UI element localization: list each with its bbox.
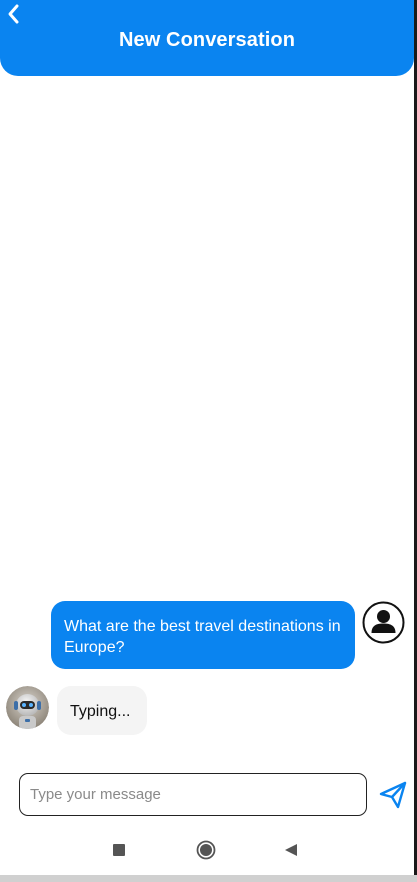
robot-avatar-icon: [6, 686, 49, 729]
send-button[interactable]: [378, 780, 408, 810]
bot-typing-bubble: Typing...: [57, 686, 147, 735]
system-back-button[interactable]: [284, 843, 298, 857]
message-input[interactable]: [30, 774, 360, 815]
chevron-left-icon: [8, 4, 19, 24]
send-icon: [379, 781, 407, 809]
circle-icon: [196, 840, 216, 860]
home-button[interactable]: [196, 840, 216, 860]
recents-button[interactable]: [113, 844, 125, 856]
app-header: New Conversation: [0, 0, 414, 76]
screen-bottom-edge: [0, 875, 417, 882]
user-message-bubble: What are the best travel destinations in…: [51, 601, 355, 669]
message-input-container: [19, 773, 367, 816]
page-title: New Conversation: [118, 29, 296, 51]
user-avatar-icon: [362, 601, 405, 644]
triangle-back-icon: [285, 844, 297, 856]
chat-screen: New Conversation What are the best trave…: [0, 0, 414, 875]
back-button[interactable]: [2, 2, 24, 26]
